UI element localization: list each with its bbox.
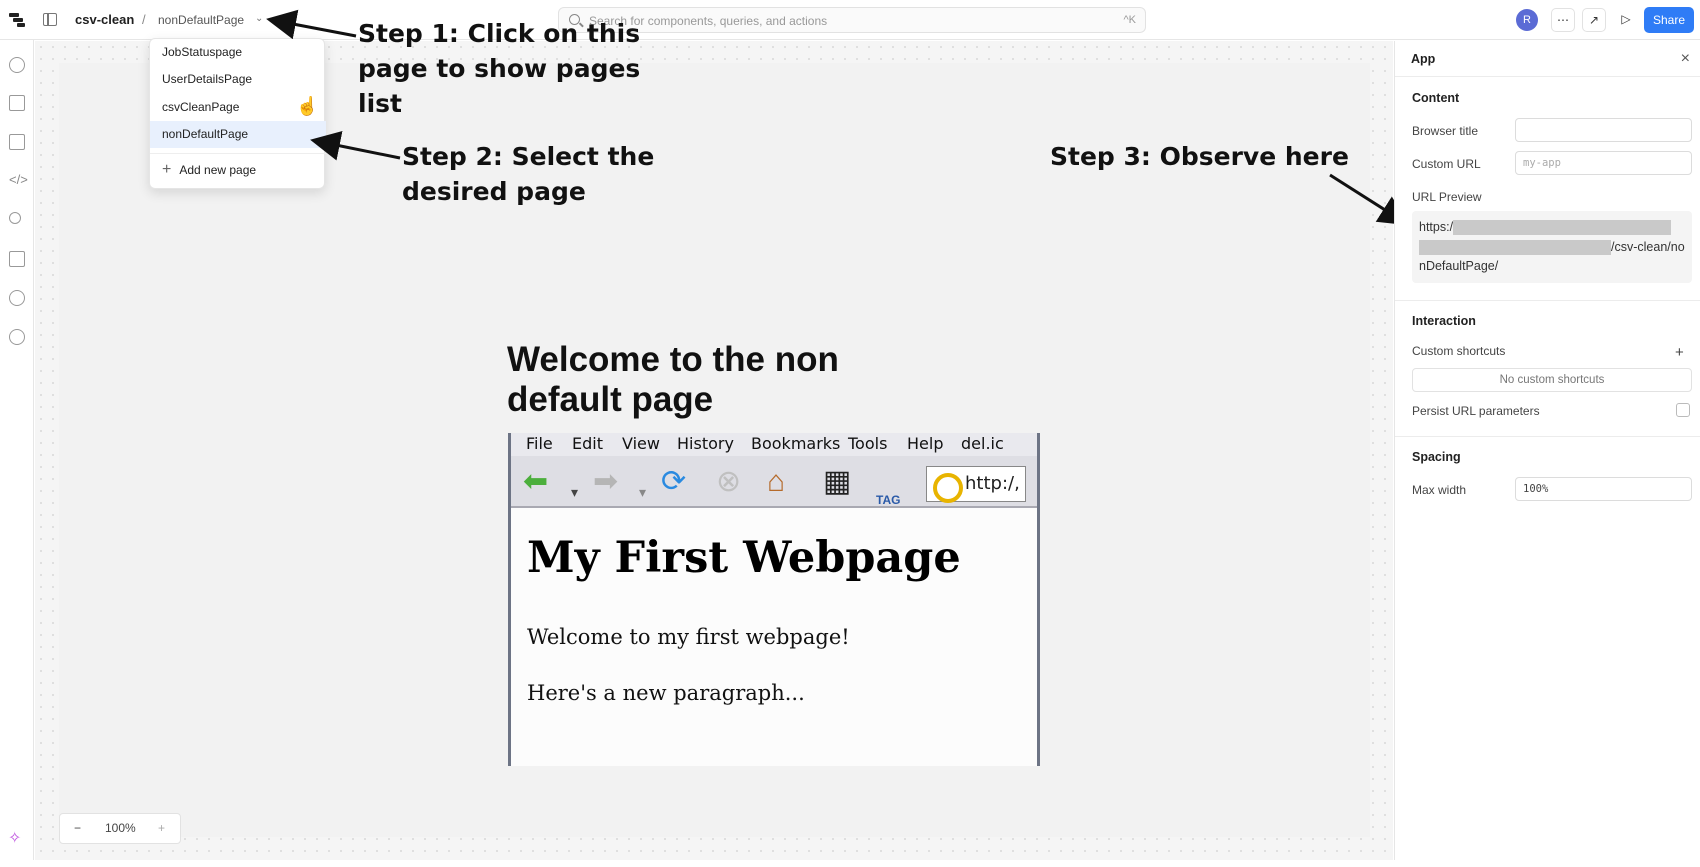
logo-icon[interactable] — [8, 11, 26, 29]
settings-icon[interactable] — [9, 329, 25, 345]
delicious-icon: ▦ — [823, 465, 852, 498]
add-new-page-label: Add new page — [179, 163, 257, 177]
zoom-out-button[interactable]: − — [74, 821, 81, 835]
custom-url-input[interactable]: my-app — [1515, 151, 1692, 175]
breadcrumb-separator: / — [142, 12, 146, 27]
tree-icon[interactable] — [9, 134, 25, 150]
max-width-label: Max width — [1412, 483, 1467, 497]
add-new-page-button[interactable]: + Add new page — [162, 157, 256, 183]
dropdown-icon: ▾ — [571, 484, 579, 500]
step3-annotation: Step 3: Observe here — [1050, 142, 1349, 171]
interaction-section-title: Interaction — [1412, 314, 1476, 328]
browser-title-label: Browser title — [1412, 124, 1479, 138]
forward-arrow-icon: ➡ — [593, 465, 619, 498]
inspector-panel: App × Content Browser title Custom URL m… — [1394, 41, 1700, 860]
zoom-in-button[interactable]: + — [158, 821, 165, 835]
more-icon[interactable]: ⋯ — [1551, 8, 1575, 32]
home-icon: ⌂ — [767, 465, 786, 498]
image-menu-item: Bookmarks — [751, 434, 841, 453]
image-menubar: File Edit View History Bookmarks Tools H… — [511, 433, 1037, 456]
zoom-level: 100% — [105, 821, 136, 835]
image-webpage-paragraph: Welcome to my first webpage! — [527, 625, 850, 649]
url-preview-start: https:/ — [1419, 220, 1454, 234]
plus-icon: + — [162, 161, 172, 178]
url-preview-label: URL Preview — [1412, 190, 1482, 204]
history-icon[interactable] — [9, 290, 25, 306]
state-icon[interactable] — [9, 251, 25, 267]
top-bar: csv-clean / nonDefaultPage ⌄ Search for … — [0, 0, 1700, 40]
max-width-input[interactable]: 100% — [1515, 477, 1692, 501]
image-url-box: http:/, — [926, 466, 1026, 503]
spacing-section-title: Spacing — [1412, 450, 1461, 464]
inspector-title: App — [1411, 52, 1436, 66]
persist-url-label: Persist URL parameters — [1412, 404, 1540, 418]
left-sidebar: </> — [0, 40, 34, 860]
image-menu-item: Help — [907, 434, 944, 453]
code-icon[interactable]: </> — [9, 172, 28, 188]
play-icon[interactable]: ▷ — [1614, 8, 1638, 32]
close-icon[interactable]: × — [1681, 50, 1690, 68]
divider — [1395, 300, 1700, 301]
dropdown-icon: ▾ — [639, 484, 647, 500]
zoom-control: − 100% + — [59, 813, 181, 844]
stop-icon: ⊗ — [716, 465, 742, 498]
custom-shortcuts-label: Custom shortcuts — [1412, 344, 1506, 358]
divider — [1395, 436, 1700, 437]
hand-cursor-icon: ☝ — [296, 96, 319, 116]
search-shortcut: ^K — [1123, 14, 1137, 26]
back-arrow-icon: ⬅ — [523, 465, 549, 498]
refresh-icon: ⟳ — [661, 465, 687, 498]
image-menu-item: History — [677, 434, 734, 453]
image-menu-item: File — [526, 434, 553, 453]
tag-icon: TAG — [876, 493, 901, 507]
step1-annotation: Step 1: Click on this page to show pages… — [358, 19, 641, 118]
image-menu-item: del.ic — [961, 434, 1004, 453]
no-shortcuts-box: No custom shortcuts — [1412, 368, 1692, 392]
app-name: csv-clean — [75, 12, 135, 27]
page-heading[interactable]: Welcome to the non default page — [507, 340, 927, 420]
url-preview: https://csv-clean/nonDefaultPage/ — [1412, 211, 1692, 283]
page-item-jobstatuspage[interactable]: JobStatuspage — [150, 39, 326, 66]
step2-annotation: Step 2: Select the desired page — [402, 142, 655, 206]
ai-assist-icon[interactable]: ✧ — [8, 828, 21, 848]
embedded-browser-image[interactable]: File Edit View History Bookmarks Tools H… — [508, 433, 1040, 766]
expand-icon[interactable]: ↗ — [1582, 8, 1606, 32]
add-component-icon[interactable] — [9, 57, 25, 73]
search-sidebar-icon[interactable] — [9, 212, 21, 224]
dropdown-divider — [150, 153, 326, 154]
content-section-title: Content — [1412, 91, 1460, 105]
image-menu-item: Tools — [848, 434, 888, 453]
add-shortcut-icon[interactable]: + — [1675, 344, 1684, 361]
image-webpage-paragraph: Here's a new paragraph... — [527, 681, 805, 705]
persist-url-checkbox[interactable] — [1676, 403, 1690, 417]
divider — [1395, 76, 1700, 77]
layout-icon[interactable] — [43, 13, 57, 26]
redacted-block — [1419, 239, 1611, 255]
share-button[interactable]: Share — [1644, 7, 1694, 33]
chevron-down-icon[interactable]: ⌄ — [255, 13, 263, 24]
pages-icon[interactable] — [9, 95, 25, 111]
page-item-nondefaultpage[interactable]: nonDefaultPage — [150, 121, 326, 148]
image-toolbar: ⬅ ▾ ➡ ▾ ⟳ ⊗ ⌂ ▦ TAG http:/, — [511, 456, 1037, 508]
avatar[interactable]: R — [1516, 9, 1538, 31]
browser-title-input[interactable] — [1515, 118, 1692, 142]
redacted-block — [1453, 220, 1672, 236]
image-webpage-title: My First Webpage — [527, 533, 961, 583]
image-menu-item: Edit — [572, 434, 603, 453]
image-menu-item: View — [622, 434, 660, 453]
custom-url-label: Custom URL — [1412, 157, 1481, 171]
page-selector[interactable]: nonDefaultPage — [158, 13, 244, 27]
page-item-userdetailspage[interactable]: UserDetailsPage — [150, 66, 326, 93]
